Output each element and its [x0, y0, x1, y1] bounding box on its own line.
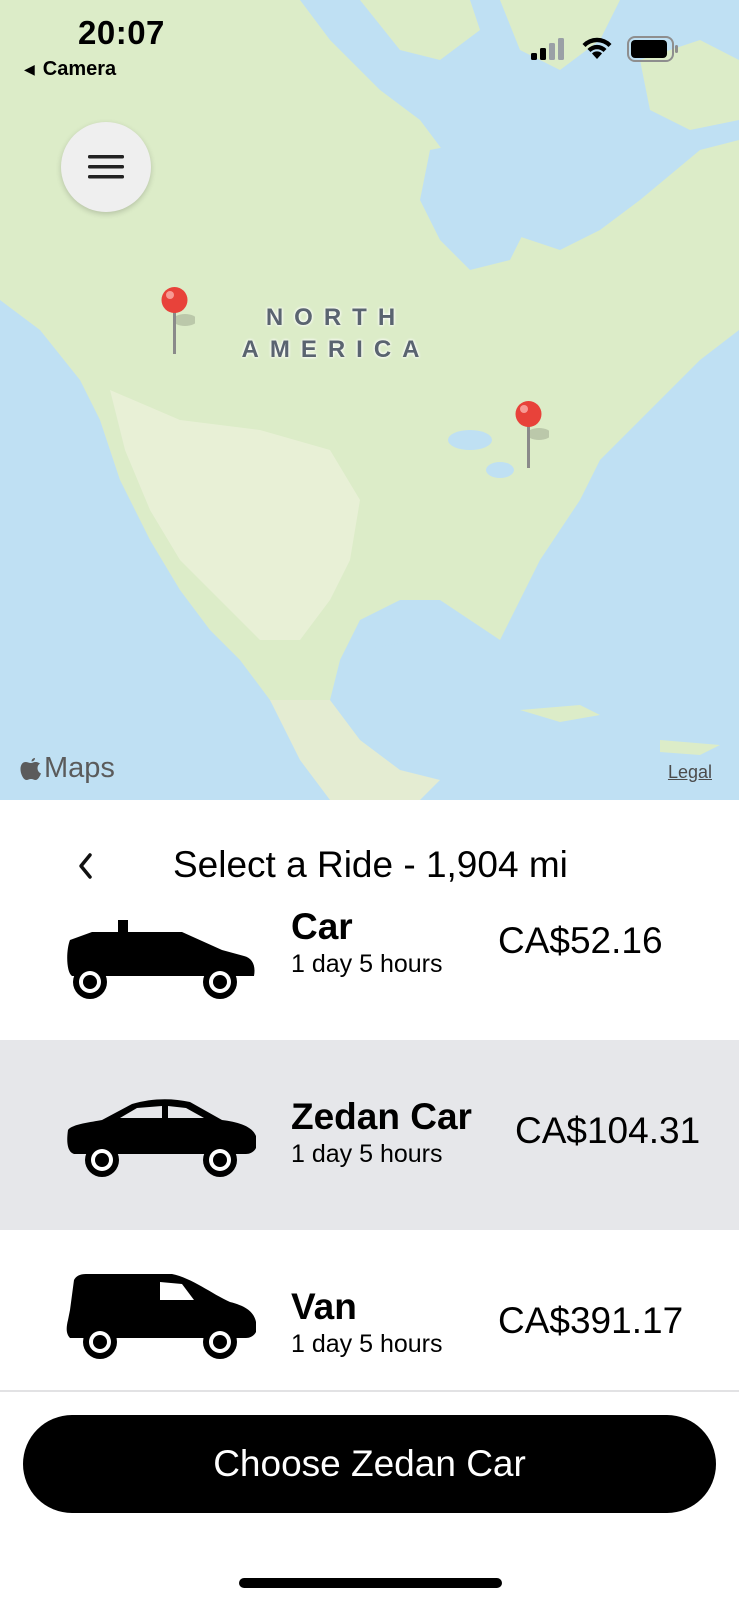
- ride-selection-sheet: Select a Ride - 1,904 mi Car 1 day 5 hou…: [0, 800, 739, 1600]
- map-region-label-line2: AMERICA: [241, 336, 431, 363]
- ride-eta: 1 day 5 hours: [291, 1330, 443, 1358]
- battery-icon: [627, 36, 678, 62]
- sheet-header: Select a Ride - 1,904 mi: [0, 840, 739, 890]
- hatchback-car-icon: [67, 920, 255, 999]
- ride-price: CA$391.17: [498, 1300, 684, 1341]
- sedan-car-icon: [67, 1099, 256, 1177]
- status-time: 20:07: [78, 14, 165, 51]
- apple-logo-icon: [20, 757, 41, 780]
- back-triangle-icon: ◀: [24, 61, 35, 77]
- ride-name: Zedan Car: [291, 1096, 472, 1137]
- choose-ride-button[interactable]: Choose Zedan Car: [23, 1415, 716, 1513]
- ride-name: Car: [291, 906, 353, 947]
- back-app-label: Camera: [42, 58, 117, 80]
- maps-attribution: Maps: [20, 752, 115, 785]
- sheet-title: Select a Ride - 1,904 mi: [173, 844, 568, 885]
- ride-option-car[interactable]: Car 1 day 5 hours CA$52.16: [0, 890, 739, 1040]
- map-land: [0, 0, 739, 800]
- menu-button[interactable]: [61, 122, 151, 212]
- home-indicator[interactable]: [239, 1578, 502, 1588]
- divider: [0, 1390, 739, 1392]
- origin-pin-icon[interactable]: [155, 286, 195, 366]
- maps-attribution-text: Maps: [44, 752, 115, 784]
- status-bar: 20:07 ◀ Camera: [0, 0, 739, 90]
- ride-eta: 1 day 5 hours: [291, 1140, 443, 1168]
- map-region-label: NORTH AMERICA: [236, 302, 436, 366]
- chevron-left-icon: [79, 853, 92, 879]
- wifi-icon: [582, 37, 612, 59]
- ride-price: CA$104.31: [515, 1110, 701, 1151]
- ride-name: Van: [291, 1286, 357, 1327]
- status-icons: [531, 36, 679, 62]
- map-region-label-line1: NORTH: [265, 304, 407, 331]
- van-icon: [66, 1274, 256, 1359]
- ride-option-van[interactable]: Van 1 day 5 hours CA$391.17: [0, 1230, 739, 1390]
- ride-list[interactable]: Car 1 day 5 hours CA$52.16 Zedan Car 1 d…: [0, 890, 739, 1390]
- cellular-signal-icon: [531, 38, 564, 60]
- map-view[interactable]: 20:07 ◀ Camera NORTH AMERICA Maps Legal: [0, 0, 739, 800]
- destination-pin-icon[interactable]: [509, 400, 549, 480]
- back-button[interactable]: [70, 846, 100, 886]
- back-to-app-link[interactable]: ◀ Camera: [24, 58, 116, 81]
- legal-link[interactable]: Legal: [668, 762, 712, 783]
- ride-eta: 1 day 5 hours: [291, 950, 443, 978]
- hamburger-menu-icon: [88, 155, 124, 179]
- ride-price: CA$52.16: [498, 920, 663, 961]
- ride-option-zedan-car[interactable]: Zedan Car 1 day 5 hours CA$104.31: [0, 1040, 739, 1230]
